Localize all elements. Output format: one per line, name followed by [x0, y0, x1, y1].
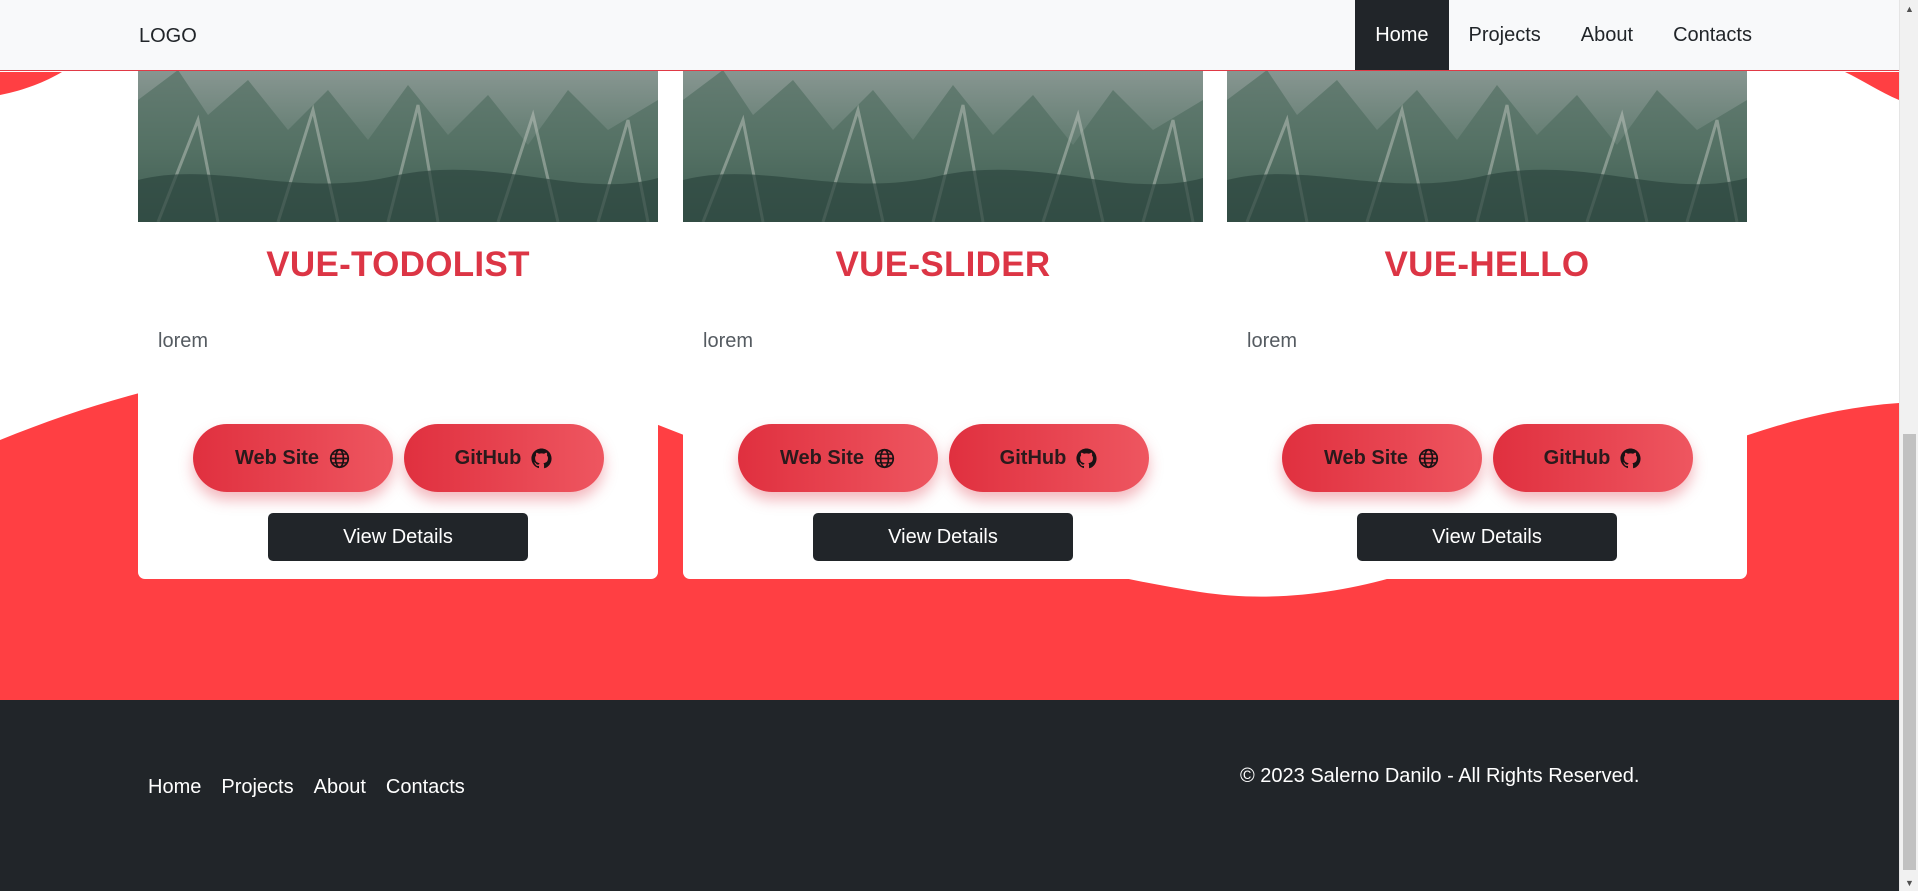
project-description: lorem	[703, 330, 754, 352]
navbar: LOGO Home Projects About Contacts	[0, 0, 1899, 71]
project-description: lorem	[158, 330, 209, 352]
project-card: VUE-TODOLIST lorem Web Site GitHub View …	[138, 60, 658, 579]
nav-links: Home Projects About Contacts	[1355, 0, 1772, 70]
copyright-text: © 2023 Salerno Danilo - All Rights Reser…	[1240, 765, 1640, 787]
mountain-photo	[1227, 60, 1747, 222]
project-links: Web Site GitHub	[683, 424, 1203, 492]
nav-link-about[interactable]: About	[1561, 0, 1653, 70]
footer-link-about[interactable]: About	[314, 776, 366, 799]
website-button-label: Web Site	[234, 446, 320, 469]
website-button-label: Web Site	[1323, 446, 1409, 469]
github-button-label: GitHub	[999, 446, 1067, 469]
scroll-down-arrow-icon[interactable]: ▼	[1900, 874, 1918, 891]
github-icon	[1620, 447, 1641, 468]
view-details-button[interactable]: View Details	[813, 513, 1073, 561]
footer-links: Home Projects About Contacts	[148, 776, 465, 799]
project-title: VUE-TODOLIST	[266, 245, 530, 284]
github-icon	[1076, 447, 1097, 468]
project-description: lorem	[1247, 330, 1298, 352]
github-button-label: GitHub	[1543, 446, 1611, 469]
project-card: VUE-HELLO lorem Web Site GitHub View Det…	[1227, 60, 1747, 579]
github-button[interactable]: GitHub	[403, 424, 604, 492]
view-details-button[interactable]: View Details	[1357, 513, 1617, 561]
project-image	[1227, 60, 1747, 222]
nav-link-contacts[interactable]: Contacts	[1653, 0, 1772, 70]
footer-link-contacts[interactable]: Contacts	[386, 776, 465, 799]
project-links: Web Site GitHub	[138, 424, 658, 492]
project-image	[138, 60, 658, 222]
website-button[interactable]: Web Site	[192, 424, 393, 492]
website-button[interactable]: Web Site	[737, 424, 938, 492]
project-links: Web Site GitHub	[1227, 424, 1747, 492]
mountain-photo	[138, 60, 658, 222]
logo[interactable]: LOGO	[139, 25, 197, 48]
website-button[interactable]: Web Site	[1281, 424, 1482, 492]
page: LOGO Home Projects About Contacts VUE-TO…	[0, 0, 1899, 891]
footer-link-projects[interactable]: Projects	[221, 776, 293, 799]
scroll-up-arrow-icon[interactable]: ▲	[1900, 0, 1918, 17]
github-button[interactable]: GitHub	[1492, 424, 1693, 492]
project-title: VUE-HELLO	[1384, 245, 1590, 284]
globe-icon	[874, 448, 895, 468]
project-title: VUE-SLIDER	[835, 245, 1051, 284]
github-button[interactable]: GitHub	[948, 424, 1149, 492]
scroll-thumb[interactable]	[1903, 434, 1916, 870]
globe-icon	[1418, 448, 1439, 468]
github-button-label: GitHub	[454, 446, 522, 469]
footer-link-home[interactable]: Home	[148, 776, 201, 799]
nav-link-home[interactable]: Home	[1355, 0, 1449, 70]
website-button-label: Web Site	[779, 446, 865, 469]
vertical-scrollbar[interactable]: ▲ ▼	[1899, 0, 1918, 891]
globe-icon	[329, 448, 350, 468]
nav-link-projects[interactable]: Projects	[1449, 0, 1561, 70]
project-card: VUE-SLIDER lorem Web Site GitHub View De…	[683, 60, 1203, 579]
project-image	[683, 60, 1203, 222]
github-icon	[531, 447, 552, 468]
footer: Home Projects About Contacts © 2023 Sale…	[0, 700, 1899, 891]
view-details-button[interactable]: View Details	[268, 513, 528, 561]
mountain-photo	[683, 60, 1203, 222]
